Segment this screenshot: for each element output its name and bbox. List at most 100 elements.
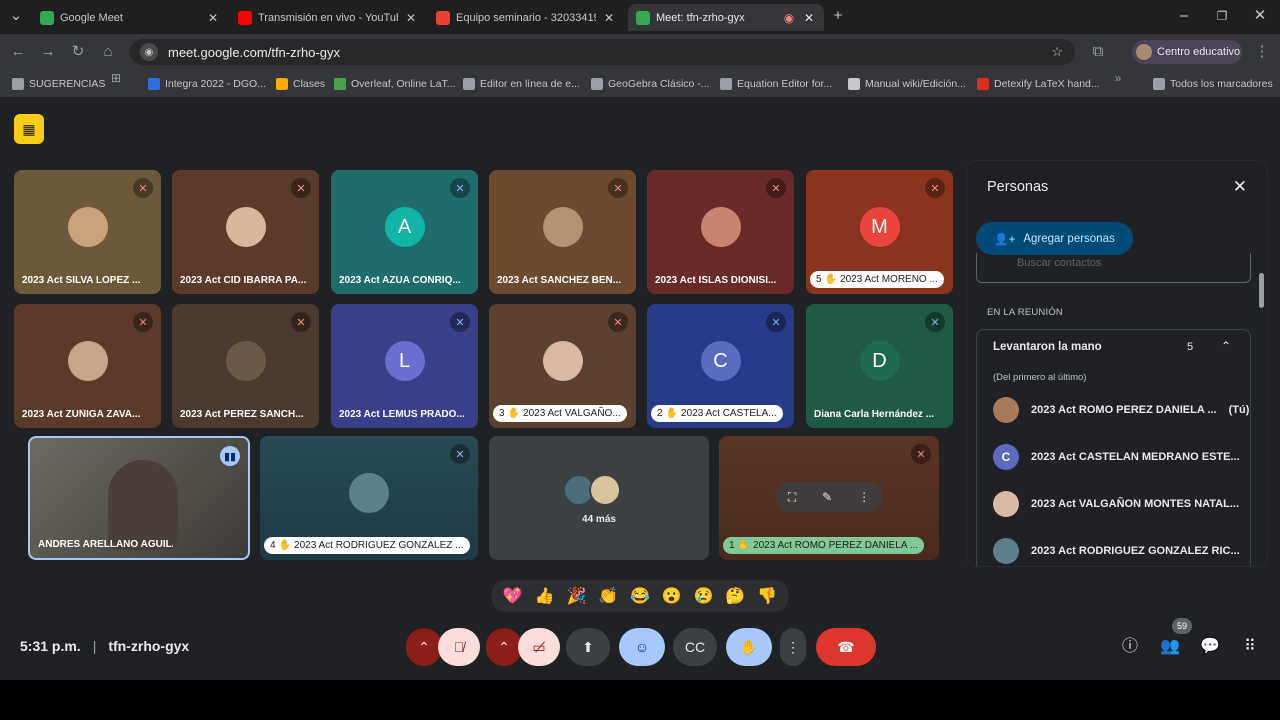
panel-scrollbar[interactable]: [1259, 273, 1264, 308]
people-icon[interactable]: 👥: [1159, 636, 1181, 658]
bookmark-star-icon[interactable]: ☆: [1051, 44, 1063, 60]
close-tab-icon[interactable]: ✕: [404, 11, 418, 25]
add-people-button[interactable]: 👤+ Agregar personas: [976, 222, 1133, 255]
extensions-icon[interactable]: ⧉: [1088, 42, 1108, 62]
bookmark-item[interactable]: Detexify LaTeX hand...: [977, 76, 1100, 92]
tab-google-meet[interactable]: Google Meet ✕: [32, 4, 228, 31]
leave-call-button[interactable]: ☎: [816, 628, 876, 666]
bookmark-item[interactable]: Overleaf, Online LaT...: [334, 76, 455, 92]
apps-grid-icon[interactable]: ⊞: [106, 68, 126, 88]
participant-tile[interactable]: ✕ 4 ✋ 2023 Act RODRIGUEZ GONZALEZ ...: [260, 436, 478, 560]
close-tab-icon[interactable]: ✕: [802, 11, 816, 25]
participant-tile[interactable]: ✕ 2023 Act CID IBARRA PA...: [172, 170, 319, 294]
reaction-emoji[interactable]: 👎: [754, 586, 780, 606]
camera-toggle-button[interactable]: ▭̸: [518, 628, 560, 666]
forward-icon[interactable]: →: [38, 42, 58, 62]
participant-tile[interactable]: ✕ 2023 Act ISLAS DIONISI...: [647, 170, 794, 294]
avatar-stack: [563, 474, 621, 506]
reaction-emoji[interactable]: 😢: [690, 586, 716, 606]
presenter-tile[interactable]: ▮▮ ANDRES ARELLANO AGUILAR: [28, 436, 250, 560]
close-window-icon[interactable]: ✕: [1250, 6, 1270, 26]
reaction-emoji[interactable]: 👍: [532, 586, 558, 606]
frame-icon[interactable]: ⛶: [788, 490, 796, 505]
raised-hand-badge: 1 ✋ 2023 Act ROMO PEREZ DANIELA ...: [723, 537, 925, 554]
reaction-emoji[interactable]: 💖: [500, 586, 526, 606]
bookmark-item[interactable]: Integra 2022 - DGO...: [148, 76, 266, 92]
close-tab-icon[interactable]: ✕: [602, 11, 616, 25]
bookmark-item[interactable]: SUGERENCIAS: [12, 76, 105, 92]
bookmark-favicon-icon: [977, 78, 989, 90]
reaction-emoji[interactable]: 👏: [595, 586, 621, 606]
bookmark-favicon-icon: [848, 78, 860, 90]
chat-icon[interactable]: 💬: [1199, 636, 1221, 658]
tab-gmail[interactable]: Equipo seminario - 320334197@ ✕: [428, 4, 624, 31]
participant-avatar: [993, 538, 1019, 564]
raise-hand-button[interactable]: ✋: [726, 628, 772, 666]
more-options-icon[interactable]: ⋮: [858, 490, 870, 504]
url-bar[interactable]: ◉ meet.google.com/tfn-zrho-gyx ☆: [130, 39, 1075, 65]
all-bookmarks[interactable]: Todos los marcadores: [1153, 76, 1273, 92]
participant-list-item[interactable]: 2023 Act RODRIGUEZ GONZALEZ RIC...: [993, 537, 1252, 565]
participant-tile[interactable]: ✕ 2023 Act PEREZ SANCH...: [172, 304, 319, 428]
close-tab-icon[interactable]: ✕: [206, 11, 220, 25]
participant-tile[interactable]: M ✕ 5 ✋ 2023 Act MORENO ...: [806, 170, 953, 294]
reaction-emoji[interactable]: 😮: [659, 586, 685, 606]
bookmark-favicon-icon: [591, 78, 603, 90]
close-panel-icon[interactable]: ✕: [1233, 177, 1247, 197]
activities-icon[interactable]: ⠿: [1239, 636, 1261, 658]
search-contacts-input[interactable]: Buscar contactos: [976, 253, 1251, 283]
profile-chip[interactable]: Centro educativo: [1132, 40, 1242, 64]
participant-name: 2023 Act RODRIGUEZ GONZALEZ RIC...: [1031, 545, 1240, 557]
hand-icon: ✋: [737, 540, 751, 551]
maximize-icon[interactable]: ❐: [1212, 6, 1232, 26]
self-tile[interactable]: ✕ ⛶ ✎ ⋮ 1 ✋ 2023 Act ROMO PEREZ DANIELA ..…: [719, 436, 939, 560]
participant-tile[interactable]: ✕ 3 ✋ 2023 Act VALGAÑO...: [489, 304, 636, 428]
bookmark-item[interactable]: Manual wiki/Edición...: [848, 76, 966, 92]
participant-tile[interactable]: ✕ 2023 Act SANCHEZ BEN...: [489, 170, 636, 294]
bookmark-item[interactable]: Equation Editor for...: [720, 76, 832, 92]
bookmark-item[interactable]: GeoGebra Clásico -...: [591, 76, 710, 92]
participant-tile[interactable]: C ✕ 2 ✋ 2023 Act CASTELA...: [647, 304, 794, 428]
more-options-button[interactable]: ⋮: [780, 628, 806, 666]
others-tile[interactable]: 44 más: [489, 436, 709, 560]
minimize-icon[interactable]: –: [1174, 6, 1194, 26]
visual-effects-icon[interactable]: ✎: [822, 490, 832, 504]
tab-youtube[interactable]: Transmisión en vivo - YouTube ✕: [230, 4, 426, 31]
participant-tile[interactable]: D ✕ Diana Carla Hernández ...: [806, 304, 953, 428]
participant-list-item[interactable]: C 2023 Act CASTELAN MEDRANO ESTE...: [993, 443, 1252, 471]
back-icon[interactable]: ←: [8, 42, 28, 62]
present-button[interactable]: ⬆: [566, 628, 610, 666]
url-text: meet.google.com/tfn-zrho-gyx: [168, 44, 340, 60]
participant-list-item[interactable]: 2023 Act VALGAÑON MONTES NATAL...: [993, 490, 1251, 518]
audio-options-button[interactable]: ⌃: [406, 628, 442, 666]
info-icon[interactable]: ⓘ: [1119, 636, 1141, 658]
video-options-button[interactable]: ⌃: [486, 628, 522, 666]
site-info-icon[interactable]: ◉: [140, 43, 158, 61]
reload-icon[interactable]: ↻: [68, 42, 88, 62]
bookmark-item[interactable]: Editor en línea de e...: [463, 76, 580, 92]
tile-name: 2023 Act CID IBARRA PA...: [180, 275, 307, 286]
mic-toggle-button[interactable]: 🎙̸: [438, 628, 480, 666]
browser-menu-icon[interactable]: ⋮: [1252, 42, 1272, 62]
reaction-emoji[interactable]: 😂: [627, 586, 653, 606]
participant-tile[interactable]: A ✕ 2023 Act AZUA CONRIQ...: [331, 170, 478, 294]
captions-button[interactable]: CC: [673, 628, 717, 666]
participant-avatar: C: [700, 341, 741, 381]
home-icon[interactable]: ⌂: [98, 42, 118, 62]
participant-tile[interactable]: ✕ 2023 Act ZUÑIGA ZAVA...: [14, 304, 161, 428]
reactions-button[interactable]: ☺: [619, 628, 665, 666]
participant-tile[interactable]: ✕ 2023 Act SILVA LOPEZ ...: [14, 170, 161, 294]
more-bookmarks-icon[interactable]: »: [1108, 68, 1128, 88]
order-note: (Del primero al último): [993, 372, 1087, 383]
tab-meet-active[interactable]: Meet: tfn-zrho-gyx ◉ ✕: [628, 4, 824, 31]
collapse-chevron-icon[interactable]: ⌃: [1221, 339, 1231, 353]
address-toolbar: ← → ↻ ⌂ ◉ meet.google.com/tfn-zrho-gyx ☆…: [0, 34, 1280, 70]
new-tab-icon[interactable]: +: [828, 6, 848, 26]
reaction-emoji[interactable]: 🎉: [563, 586, 589, 606]
participant-list-item[interactable]: 2023 Act ROMO PEREZ DANIELA ... (Tú): [993, 396, 1249, 424]
participant-tile[interactable]: L ✕ 2023 Act LEMUS PRADO...: [331, 304, 478, 428]
host-controls-icon[interactable]: ▦: [14, 114, 44, 144]
tab-search-icon[interactable]: ⌄: [6, 6, 26, 26]
reaction-emoji[interactable]: 🤔: [722, 586, 748, 606]
bookmark-item[interactable]: Clases: [276, 76, 325, 92]
